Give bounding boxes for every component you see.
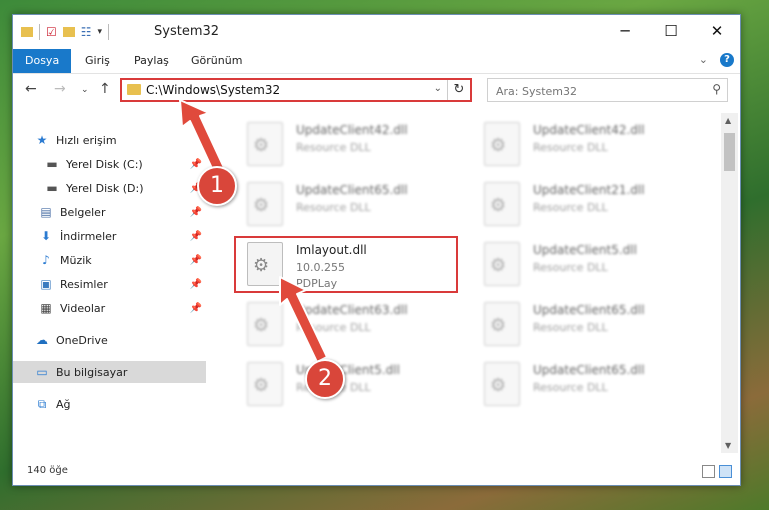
annotation-badge-1: 1: [197, 166, 237, 206]
arrow-to-file: [279, 276, 328, 363]
annotation-badge-2: 2: [305, 359, 345, 399]
annotation-arrows: [179, 99, 328, 363]
